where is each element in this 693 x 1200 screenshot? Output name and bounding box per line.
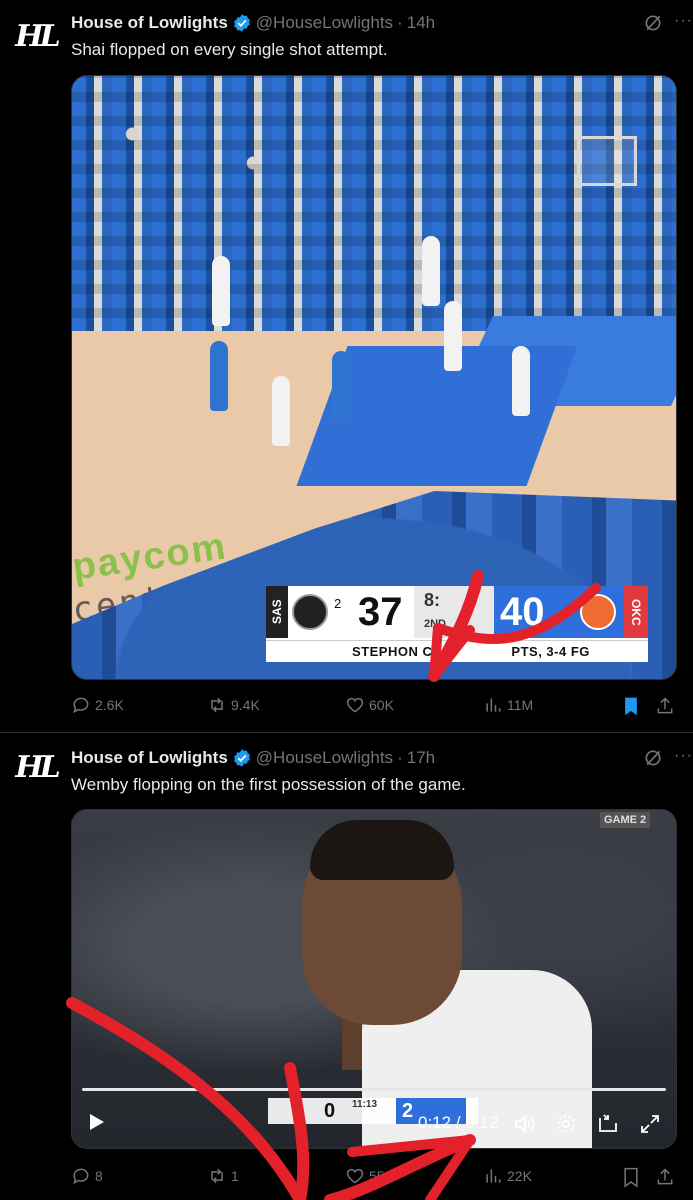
avatar[interactable]: HL	[14, 14, 60, 58]
tweet-video[interactable]: paycom center SAS 2 37 8: 2ND 40 OKC STE…	[71, 75, 677, 680]
action-bar: 2.6K 9.4K 60K 11M	[71, 695, 675, 719]
like-icon	[346, 697, 364, 713]
thunder-logo-icon	[580, 594, 616, 630]
volume-icon[interactable]	[512, 1112, 536, 1136]
game-clock: 8:	[424, 590, 441, 610]
avatar[interactable]: HL	[14, 745, 60, 789]
like-count: 60K	[369, 697, 394, 713]
repost-icon	[211, 697, 223, 713]
more-icon[interactable]: ···	[674, 12, 693, 30]
views-count: 22K	[507, 1168, 532, 1184]
repost-button[interactable]: 9.4K	[207, 695, 260, 715]
bookmark-icon[interactable]	[621, 1166, 641, 1188]
video-time: 0:12 / 0:12	[418, 1113, 499, 1132]
pip-icon[interactable]	[596, 1112, 620, 1136]
tweet-text: Shai flopped on every single shot attemp…	[71, 40, 388, 59]
tweet-header: House of Lowlights @HouseLowlights · 17h	[71, 747, 673, 769]
separator-dot: ·	[397, 748, 403, 767]
away-fouls: 2	[334, 596, 342, 611]
settings-icon[interactable]	[554, 1112, 578, 1136]
ticker-stats: PTS, 3-4 FG	[511, 644, 590, 659]
player-hair	[310, 820, 454, 880]
game-badge: GAME 2	[600, 812, 651, 828]
game-clock-box: 8: 2ND	[414, 586, 494, 638]
verified-badge-icon	[233, 14, 250, 32]
reply-icon	[73, 697, 89, 714]
reply-icon	[73, 1168, 89, 1185]
author-handle[interactable]: @HouseLowlights	[256, 748, 393, 768]
tweet-1[interactable]: HL House of Lowlights @HouseLowlights · …	[0, 0, 693, 733]
views-button[interactable]: 11M	[483, 695, 533, 715]
views-button[interactable]: 22K	[483, 1166, 532, 1186]
author-name[interactable]: House of Lowlights	[71, 748, 228, 768]
separator-dot: ·	[397, 13, 403, 32]
basketball-hoop	[577, 136, 637, 186]
views-icon	[486, 698, 501, 712]
video-controls: 0:12 / 0:12	[72, 1110, 676, 1140]
like-count: 55	[369, 1168, 385, 1184]
share-icon[interactable]	[655, 695, 675, 717]
player	[512, 346, 530, 416]
reply-button[interactable]: 2.6K	[71, 695, 124, 715]
reply-count: 8	[95, 1168, 103, 1184]
repost-count: 9.4K	[231, 697, 260, 713]
player-stat-ticker: STEPHON CAS PTS, 3-4 FG	[266, 640, 648, 662]
bookmark-icon[interactable]	[621, 695, 641, 717]
player	[212, 256, 230, 326]
action-bar: 8 1 55 22K	[71, 1166, 675, 1190]
home-score: 40	[500, 590, 545, 634]
home-score-box: 40	[494, 586, 624, 638]
player	[272, 376, 290, 446]
repost-button[interactable]: 1	[207, 1166, 239, 1186]
like-icon	[346, 1168, 364, 1184]
player	[210, 341, 228, 411]
author-handle[interactable]: @HouseLowlights	[256, 13, 393, 33]
game-clock: 11:13	[352, 1099, 378, 1110]
player	[444, 301, 462, 371]
tweet-header: House of Lowlights @HouseLowlights · 14h	[71, 12, 673, 34]
timestamp[interactable]: 17h	[407, 748, 435, 768]
more-icon[interactable]: ···	[674, 747, 693, 765]
scorebug: SAS 2 37 8: 2ND 40 OKC STEPHON CAS PTS, …	[266, 586, 648, 662]
player	[422, 236, 440, 306]
away-team-label: SAS	[266, 586, 288, 638]
views-icon	[486, 1169, 501, 1183]
away-score: 37	[358, 590, 403, 634]
play-icon[interactable]	[90, 1114, 104, 1130]
spurs-logo-icon	[292, 594, 328, 630]
avatar-logo: HL	[15, 749, 60, 785]
like-button[interactable]: 60K	[345, 695, 394, 715]
ticker-name: STEPHON CAS	[352, 644, 452, 659]
video-progress-bar[interactable]	[82, 1088, 666, 1091]
repost-icon	[211, 1168, 223, 1184]
author-name[interactable]: House of Lowlights	[71, 13, 228, 33]
tweet-text: Wemby flopping on the first possession o…	[71, 775, 466, 794]
avatar-logo: HL	[15, 18, 60, 54]
views-count: 11M	[507, 697, 534, 713]
reply-count: 2.6K	[95, 697, 124, 713]
like-button[interactable]: 55	[345, 1166, 385, 1186]
fullscreen-icon[interactable]	[638, 1112, 662, 1136]
home-team-label: OKC	[624, 586, 648, 638]
game-period: 2ND	[424, 618, 447, 630]
grok-icon[interactable]	[643, 13, 663, 33]
share-icon[interactable]	[655, 1166, 675, 1188]
tweet-2[interactable]: HL House of Lowlights @HouseLowlights · …	[0, 733, 693, 1200]
grok-icon[interactable]	[643, 748, 663, 768]
repost-count: 1	[231, 1168, 239, 1184]
tweet-video[interactable]: GAME 2 0 11:13 2 0:12 / 0:12	[71, 809, 677, 1149]
reply-button[interactable]: 8	[71, 1166, 103, 1186]
timestamp[interactable]: 14h	[407, 13, 435, 33]
player	[332, 351, 350, 421]
verified-badge-icon	[233, 749, 250, 767]
